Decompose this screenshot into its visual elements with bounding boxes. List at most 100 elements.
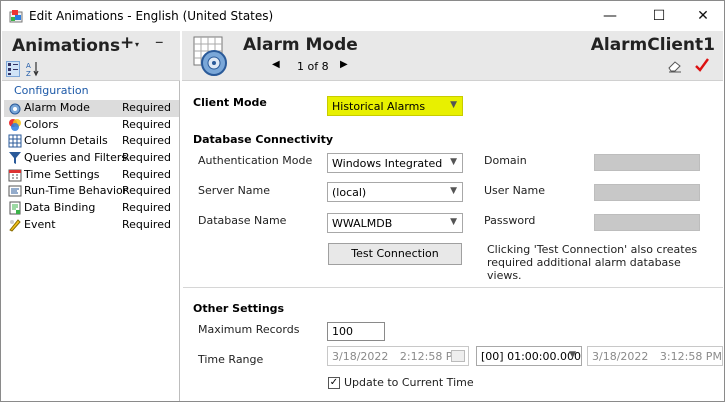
animations-title: Animations <box>12 36 121 56</box>
svg-text:Z: Z <box>26 70 31 77</box>
animation-item-queries-filters[interactable]: Queries and Filters Required <box>4 150 179 167</box>
column-details-icon <box>8 134 22 148</box>
database-name-dropdown[interactable]: WWALMDB ▼ <box>327 213 463 233</box>
event-icon <box>9 219 21 232</box>
database-connectivity-heading: Database Connectivity <box>193 133 334 146</box>
categorized-view-icon[interactable] <box>6 61 20 77</box>
minimize-button[interactable]: — <box>587 1 633 31</box>
animation-item-status: Required <box>122 151 171 165</box>
close-icon: ✕ <box>697 8 709 24</box>
end-date: 3/18/2022 <box>592 350 649 363</box>
window-title: Edit Animations - English (United States… <box>29 9 274 23</box>
configuration-category: Configuration <box>14 84 89 97</box>
animation-item-name: Event <box>24 217 56 231</box>
time-settings-icon <box>8 169 22 182</box>
animation-item-time-settings[interactable]: Time Settings Required <box>4 167 179 184</box>
animation-header: Alarm Mode ◀ 1 of 8 ▶ AlarmClient1 <box>182 31 723 81</box>
filter-icon <box>9 152 21 165</box>
client-mode-value: Historical Alarms <box>332 100 426 113</box>
domain-field <box>594 154 700 171</box>
animation-item-colors[interactable]: Colors Required <box>4 117 179 134</box>
user-name-field <box>594 184 700 201</box>
maximize-icon: ☐ <box>652 8 666 24</box>
chevron-down-icon: ▼ <box>569 350 576 360</box>
test-connection-button[interactable]: Test Connection <box>328 243 462 265</box>
server-name-label: Server Name <box>198 184 271 197</box>
animation-item-status: Required <box>122 167 171 181</box>
authentication-mode-label: Authentication Mode <box>198 154 313 167</box>
start-time-picker: 3/18/2022 2:12:58 PM <box>327 346 469 366</box>
other-settings-heading: Other Settings <box>193 302 285 315</box>
server-name-value: (local) <box>332 186 367 199</box>
test-connection-note: Clicking 'Test Connection' also creates … <box>487 243 698 282</box>
apply-check-icon[interactable] <box>694 57 710 73</box>
animation-item-alarm-mode[interactable]: Alarm Mode Required <box>4 100 179 117</box>
client-name: AlarmClient1 <box>590 35 715 55</box>
password-field <box>594 214 700 231</box>
alphabetical-sort-glyph: A Z <box>26 62 39 78</box>
alarm-mode-large-icon <box>193 36 227 76</box>
colors-icon <box>9 118 21 131</box>
animation-item-status: Required <box>122 134 171 148</box>
previous-animation-icon[interactable]: ◀ <box>272 59 280 70</box>
alphabetical-sort-icon[interactable]: A Z <box>26 61 40 78</box>
animations-header: Animations + ▾ – A Z <box>2 31 180 81</box>
alarm-mode-icon <box>9 103 21 115</box>
animation-item-name: Data Binding <box>24 201 96 215</box>
start-date: 3/18/2022 <box>332 350 389 363</box>
animation-position: 1 of 8 <box>297 60 329 73</box>
title-bar: Edit Animations - English (United States… <box>1 1 724 31</box>
client-mode-dropdown[interactable]: Historical Alarms ▼ <box>327 96 463 116</box>
server-name-dropdown[interactable]: (local) ▼ <box>327 182 463 202</box>
maximize-button[interactable]: ☐ <box>636 1 682 31</box>
animation-item-status: Required <box>122 201 171 215</box>
database-name-label: Database Name <box>198 214 287 227</box>
maximum-records-input[interactable]: 100 <box>327 322 385 341</box>
chevron-down-icon: ▼ <box>450 186 457 196</box>
client-mode-label: Client Mode <box>193 96 267 109</box>
chevron-down-icon: ▼ <box>450 100 457 110</box>
animation-item-name: Queries and Filters <box>24 151 128 165</box>
eraser-icon[interactable] <box>667 59 683 73</box>
animations-pane: Animations + ▾ – A Z Configuration Alarm… <box>2 31 180 401</box>
calendar-icon <box>451 350 465 362</box>
close-button[interactable]: ✕ <box>680 1 725 31</box>
update-to-current-time-label: Update to Current Time <box>344 376 474 389</box>
data-binding-icon <box>9 201 21 215</box>
authentication-mode-dropdown[interactable]: Windows Integrated ▼ <box>327 153 463 173</box>
maximum-records-label: Maximum Records <box>198 323 300 336</box>
chevron-down-icon: ▼ <box>450 157 457 167</box>
remove-animation-button[interactable]: – <box>155 32 164 52</box>
animation-item-status: Required <box>122 217 171 231</box>
next-animation-icon[interactable]: ▶ <box>340 59 348 70</box>
animation-item-data-binding[interactable]: Data Binding Required <box>4 200 179 217</box>
add-animation-dropdown-icon[interactable]: ▾ <box>135 40 139 49</box>
svg-text:A: A <box>26 62 31 70</box>
password-label: Password <box>484 214 536 227</box>
animation-list: Alarm Mode Required Colors Required Colu… <box>4 100 179 234</box>
app-icon <box>9 10 23 23</box>
animation-item-column-details[interactable]: Column Details Required <box>4 133 179 150</box>
chevron-down-icon: ▼ <box>450 217 457 227</box>
add-animation-button[interactable]: + <box>120 33 134 53</box>
animation-item-name: Column Details <box>24 134 108 148</box>
update-to-current-time-checkbox[interactable]: ✓ <box>328 377 340 389</box>
animation-item-name: Run-Time Behavior <box>24 184 128 198</box>
page-title: Alarm Mode <box>243 35 358 55</box>
end-time-picker: 3/18/2022 3:12:58 PM <box>587 346 723 366</box>
animation-item-name: Time Settings <box>24 167 100 181</box>
runtime-behavior-icon <box>8 185 22 197</box>
section-divider <box>183 287 723 288</box>
animation-item-runtime-behavior[interactable]: Run-Time Behavior Required <box>4 183 179 200</box>
end-time: 3:12:58 PM <box>659 350 722 363</box>
animation-item-status: Required <box>122 184 171 198</box>
animation-item-name: Alarm Mode <box>24 101 90 114</box>
animation-item-name: Colors <box>24 117 59 131</box>
duration-dropdown[interactable]: [00] 01:00:00.000 ▼ <box>476 346 582 366</box>
domain-label: Domain <box>484 154 527 167</box>
animation-item-status: Required <box>122 117 171 131</box>
user-name-label: User Name <box>484 184 546 197</box>
database-name-value: WWALMDB <box>332 217 393 230</box>
categorized-view-glyph <box>8 63 18 75</box>
animation-item-event[interactable]: Event Required <box>4 217 179 234</box>
